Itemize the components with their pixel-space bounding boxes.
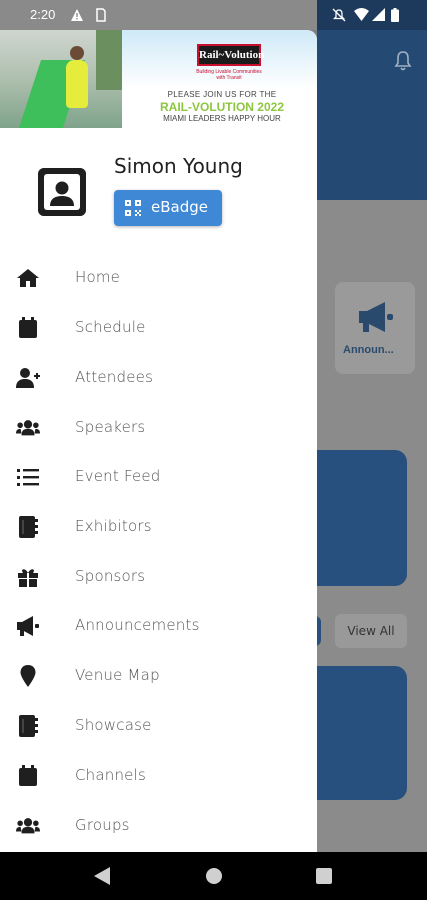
menu-item-label: Schedule <box>75 318 146 336</box>
battery-icon <box>391 8 399 22</box>
signal-icon <box>372 8 385 21</box>
address-book-icon <box>19 516 38 538</box>
calendar-icon <box>19 765 37 786</box>
photo-person <box>66 60 88 108</box>
recents-icon[interactable] <box>316 868 332 884</box>
menu-item-speakers[interactable]: Speakers <box>0 404 317 452</box>
profile-name: Simon Young <box>114 154 243 178</box>
background-card[interactable] <box>317 450 407 586</box>
qr-code-icon <box>125 200 141 216</box>
wifi-icon <box>354 8 369 21</box>
banner-line-1: PLEASE JOIN US FOR THE <box>167 90 277 99</box>
ebadge-button-label: eBadge <box>151 198 208 216</box>
background-tab[interactable] <box>317 616 321 646</box>
logo-tagline: Building Livable Communities with Transi… <box>196 69 262 81</box>
home-button-icon[interactable] <box>206 868 222 884</box>
megaphone-icon <box>359 302 393 332</box>
mute-icon <box>332 8 346 22</box>
megaphone-icon <box>17 616 39 636</box>
menu-item-venue-map[interactable]: Venue Map <box>0 652 317 700</box>
list-icon <box>17 469 39 486</box>
announcements-card[interactable]: Announ... <box>335 282 415 374</box>
alert-icon <box>71 9 83 21</box>
bell-icon[interactable] <box>393 50 413 72</box>
background-card[interactable] <box>317 666 407 800</box>
photo-person-head <box>70 46 84 60</box>
system-navigation-bar <box>0 852 427 900</box>
users-icon <box>16 420 40 436</box>
banner-line-2: RAIL-VOLUTION 2022 <box>159 100 285 114</box>
status-time: 2:20 <box>30 7 56 22</box>
view-all-button[interactable]: View All <box>335 614 407 648</box>
event-banner[interactable]: Rail~Volution Building Livable Communiti… <box>0 30 317 128</box>
rail-volution-logo: Rail~Volution <box>197 44 264 66</box>
banner-line-3: MIAMI LEADERS HAPPY HOUR <box>163 114 281 123</box>
menu-item-showcase[interactable]: Showcase <box>0 702 317 750</box>
menu-item-home[interactable]: Home <box>0 254 317 302</box>
menu-item-label: Event Feed <box>75 467 161 485</box>
menu-item-announcements[interactable]: Announcements <box>0 602 317 650</box>
menu-item-groups[interactable]: Groups <box>0 802 317 850</box>
menu-item-label: Sponsors <box>75 567 146 585</box>
menu-item-label: Exhibitors <box>75 517 152 535</box>
home-icon <box>17 269 39 287</box>
menu-item-label: Home <box>75 268 121 286</box>
banner-photo <box>0 30 122 128</box>
menu-item-event-feed[interactable]: Event Feed <box>0 453 317 501</box>
back-icon[interactable] <box>94 867 110 885</box>
sim-icon <box>96 8 106 22</box>
menu-item-label: Announcements <box>75 616 200 634</box>
menu-item-exhibitors[interactable]: Exhibitors <box>0 503 317 551</box>
navigation-drawer: Rail~Volution Building Livable Communiti… <box>0 30 317 852</box>
menu-item-sponsors[interactable]: Sponsors <box>0 553 317 601</box>
menu-item-attendees[interactable]: Attendees <box>0 354 317 402</box>
gift-icon <box>18 569 38 587</box>
map-pin-icon <box>20 665 36 687</box>
photo-tree <box>96 30 122 90</box>
announcements-card-label: Announ... <box>343 344 394 356</box>
menu-item-channels[interactable]: Channels <box>0 752 317 800</box>
menu-item-label: Showcase <box>75 716 152 734</box>
menu-item-label: Attendees <box>75 368 154 386</box>
menu-item-schedule[interactable]: Schedule <box>0 304 317 352</box>
calendar-icon <box>19 317 37 338</box>
background-header <box>317 30 427 200</box>
menu-item-label: Venue Map <box>75 666 160 684</box>
ebadge-button[interactable]: eBadge <box>114 190 222 226</box>
background-app: Announ... View All <box>317 30 427 852</box>
menu-item-label: Speakers <box>75 418 146 436</box>
user-plus-icon <box>16 368 40 388</box>
avatar-icon[interactable] <box>38 168 86 216</box>
status-bar: 2:20 <box>0 0 427 30</box>
book-icon <box>19 715 38 737</box>
users-icon <box>16 818 40 834</box>
menu-item-label: Groups <box>75 816 130 834</box>
menu-item-label: Channels <box>75 766 146 784</box>
